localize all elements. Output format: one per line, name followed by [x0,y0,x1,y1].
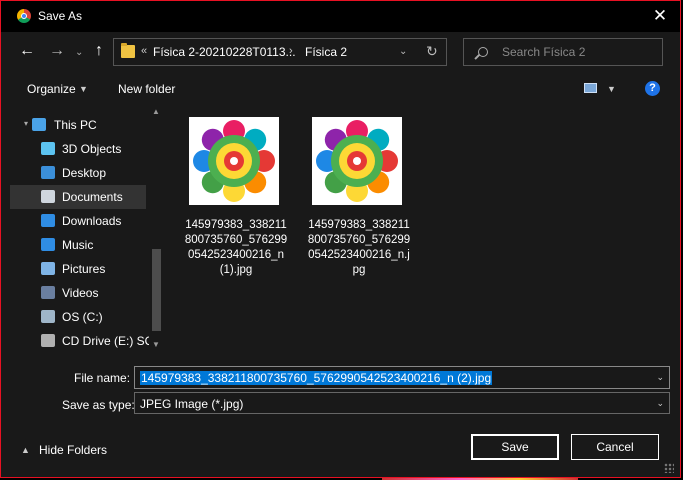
sidebar-item[interactable]: Videos [10,281,146,305]
sidebar-item-label: This PC [54,118,97,132]
address-bar[interactable]: « Física 2-20210228T0113... › Física 2 ⌄… [113,38,447,66]
address-dropdown-icon[interactable]: ⌄ [399,46,407,57]
up-button[interactable]: ↑ [95,42,103,60]
folder-icon [121,43,135,58]
scroll-down-icon[interactable]: ▼ [152,340,160,349]
downloads-icon [41,214,55,227]
sidebar-scrollbar[interactable]: ▲ ▼ [149,107,164,353]
videos-icon [41,286,55,299]
command-bar: Organize ▼ New folder ▼ ? [1,72,680,104]
hide-folders-button[interactable]: Hide Folders [39,443,107,457]
drive-c-icon [41,310,55,323]
breadcrumb-item[interactable]: Física 2-20210228T0113... [153,45,296,59]
this-pc-icon [32,118,46,131]
help-icon[interactable]: ? [645,81,660,96]
chevron-up-icon[interactable]: ▲ [21,445,30,455]
window-title: Save As [38,9,83,23]
save-type-value: JPEG Image (*.jpg) [140,397,244,411]
file-name: 145979383_338211800735760_57629905425234… [307,219,411,276]
sidebar-item[interactable]: OS (C:) [10,305,146,329]
save-as-dialog: Save As ✕ ← → ⌄ ↑ « Física 2-20210228T01… [0,0,681,478]
file-name-input[interactable]: 145979383_338211800735760_57629905425234… [140,371,493,385]
resize-grip[interactable] [664,463,674,473]
organize-button[interactable]: Organize [27,82,76,96]
scroll-up-icon[interactable]: ▲ [152,107,160,116]
sidebar-item-label: Music [62,238,94,252]
breadcrumb-item[interactable]: Física 2 [305,45,347,59]
navigation-pane: ▾ This PC 3D Objects Desktop Documents Downlo… [1,107,164,353]
desktop-icon [41,166,55,179]
image-thumbnail [312,117,402,205]
file-list: 145979383_338211800735760_57629905425234… [166,104,680,354]
save-type-label: Save as type: [62,398,135,412]
close-button[interactable]: ✕ [646,5,674,27]
cd-drive-icon [41,334,55,347]
new-folder-button[interactable]: New folder [118,82,175,96]
sidebar-item-label: Desktop [62,166,107,180]
search-icon [478,47,488,57]
pictures-icon [41,262,55,275]
save-form: File name: 145979383_338211800735760_576… [1,354,680,477]
back-button[interactable]: ← [19,42,35,60]
chevron-down-icon[interactable]: ⌄ [656,398,664,409]
sidebar-item[interactable]: Pictures [10,257,146,281]
chevron-down-icon[interactable]: ▼ [607,84,616,94]
music-icon [41,238,55,251]
refresh-button[interactable]: ↻ [426,43,438,60]
save-type-select[interactable]: JPEG Image (*.jpg) ⌄ [134,392,670,414]
recent-locations-button[interactable]: ⌄ [75,44,83,62]
sidebar-item-label: Videos [62,286,99,300]
file-name: 145979383_338211800735760_57629905425234… [184,219,288,276]
expand-chevron-icon[interactable]: ▾ [24,119,28,128]
breadcrumb-overflow-icon[interactable]: « [141,45,147,57]
save-button[interactable]: Save [471,434,559,460]
sidebar-item-label: CD Drive (E:) SQL [62,334,161,348]
forward-button[interactable]: → [49,42,65,60]
documents-icon [41,190,55,203]
breadcrumb-separator-icon[interactable]: › [289,45,293,57]
chevron-down-icon[interactable]: ⌄ [656,372,664,383]
cancel-button[interactable]: Cancel [571,434,659,460]
sidebar-item[interactable]: Desktop [10,161,146,185]
image-thumbnail [189,117,279,205]
sidebar-item[interactable]: CD Drive (E:) SQL [10,329,161,353]
search-box[interactable]: Search Física 2 [463,38,663,66]
scroll-thumb[interactable] [152,249,161,331]
3d-objects-icon [41,142,55,155]
file-name-field[interactable]: 145979383_338211800735760_57629905425234… [134,366,670,389]
sidebar-item[interactable]: 3D Objects [10,137,146,161]
sidebar-item-label: Documents [62,190,123,204]
sidebar-item-label: Pictures [62,262,106,276]
sidebar-item[interactable]: Music [10,233,146,257]
sidebar-item-label: 3D Objects [62,142,122,156]
sidebar-item[interactable]: Documents [10,185,146,209]
view-options-icon[interactable] [584,83,597,93]
title-bar: Save As ✕ [1,1,680,32]
search-input[interactable]: Search Física 2 [502,45,585,59]
chevron-down-icon[interactable]: ▼ [79,84,88,94]
navigation-bar: ← → ⌄ ↑ « Física 2-20210228T0113... › Fí… [1,32,680,72]
sidebar-item-label: Downloads [62,214,122,228]
chrome-icon [17,9,31,23]
sidebar-item[interactable]: Downloads [10,209,146,233]
sidebar-item[interactable]: ▾ This PC [10,113,146,137]
sidebar-item-label: OS (C:) [62,310,103,324]
file-name-label: File name: [74,371,131,385]
